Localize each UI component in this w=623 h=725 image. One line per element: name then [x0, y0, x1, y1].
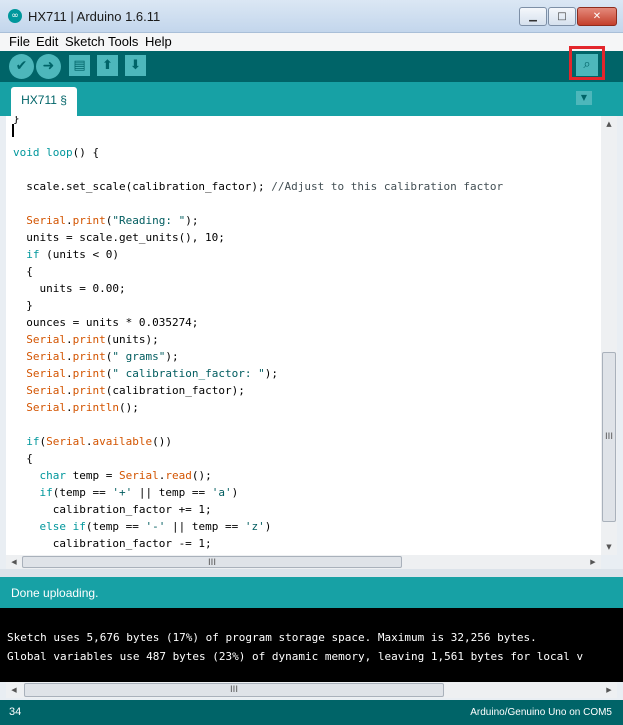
status-message: Done uploading. [11, 586, 99, 600]
code-line: Serial.print("Reading: "); [26, 214, 199, 227]
tab-menu-button[interactable]: ▼ [576, 91, 592, 105]
code-line: Serial.print(" grams"); [26, 350, 179, 363]
scroll-right-icon[interactable]: ▶ [585, 555, 601, 569]
code-editor[interactable]: } void loop() { scale.set_scale(calibrat… [6, 116, 601, 555]
code-line: units = scale.get_units(), 10; [13, 231, 225, 244]
console-line: Global variables use 487 bytes (23%) of … [7, 650, 584, 663]
code-line: else if(temp == '-' || temp == 'z') [39, 520, 272, 533]
arrow-down-icon: ⬇ [130, 58, 141, 73]
upload-button[interactable]: ➜ [36, 54, 61, 79]
window-title: HX711 | Arduino 1.6.11 [28, 9, 161, 24]
maximize-button[interactable]: □ [548, 7, 576, 26]
code-line: Serial.print(units); [26, 333, 159, 346]
editor-horizontal-scroll-thumb[interactable]: III [22, 556, 402, 568]
scroll-up-icon[interactable]: ▲ [601, 116, 617, 132]
close-button[interactable]: ✕ [577, 7, 617, 26]
code-line: if(Serial.available()) [26, 435, 172, 448]
arrow-up-icon: ⬆ [102, 58, 113, 73]
arduino-logo-icon: ∞ [8, 9, 22, 23]
code-line: { [13, 452, 33, 465]
open-sketch-button[interactable]: ⬆ [97, 55, 118, 76]
new-sketch-button[interactable]: ▤ [69, 55, 90, 76]
new-file-icon: ▤ [73, 58, 86, 73]
tab-bar: HX711 § ▼ [0, 82, 623, 116]
pane-divider[interactable] [0, 569, 623, 577]
code-line: } [13, 299, 33, 312]
scroll-down-icon[interactable]: ▼ [601, 539, 617, 555]
menu-sketch[interactable]: Sketch [65, 33, 105, 51]
menu-bar: File Edit Sketch Tools Help [0, 33, 623, 51]
menu-tools[interactable]: Tools [108, 33, 138, 51]
code-text: } void loop() { scale.set_scale(calibrat… [13, 116, 503, 552]
grip-icon: III [605, 432, 613, 442]
line-number: 34 [9, 706, 22, 718]
code-line: void loop() { [13, 146, 100, 159]
menu-help[interactable]: Help [145, 33, 172, 51]
code-line: Serial.println(); [26, 401, 139, 414]
toolbar: ✔ ➜ ▤ ⬆ ⬇ [0, 51, 623, 82]
code-line: units = 0.00; [13, 282, 126, 295]
code-line: calibration_factor -= 1; [13, 537, 212, 550]
code-line: Serial.print(calibration_factor); [26, 384, 245, 397]
menu-file[interactable]: File [9, 33, 30, 51]
serial-monitor-button[interactable]: ⌕ [576, 54, 598, 76]
code-line: Serial.print(" calibration_factor: "); [26, 367, 278, 380]
grip-icon: III [230, 685, 238, 695]
minimize-button[interactable]: ▁ [519, 7, 547, 26]
scroll-left-icon[interactable]: ◀ [6, 555, 22, 569]
code-line: { [13, 265, 33, 278]
tab-hx711[interactable]: HX711 § [11, 87, 77, 116]
text-cursor [12, 124, 14, 137]
code-line: ounces = units * 0.035274; [13, 316, 199, 329]
scroll-left-icon[interactable]: ◀ [6, 682, 22, 698]
verify-button[interactable]: ✔ [9, 54, 34, 79]
console-text: Sketch uses 5,676 bytes (17%) of program… [7, 628, 583, 666]
tab-label: HX711 § [21, 93, 67, 107]
code-line: if(temp == '+' || temp == 'a') [39, 486, 239, 499]
code-line: calibration_factor += 1; [13, 503, 212, 516]
save-sketch-button[interactable]: ⬇ [125, 55, 146, 76]
menu-edit[interactable]: Edit [36, 33, 58, 51]
footer-bar: 34 Arduino/Genuino Uno on COM5 [0, 700, 623, 725]
board-info: Arduino/Genuino Uno on COM5 [470, 707, 612, 718]
code-line: if (units < 0) [26, 248, 119, 261]
scroll-right-icon[interactable]: ▶ [601, 682, 617, 698]
chevron-down-icon: ▼ [580, 93, 588, 102]
grip-icon: III [208, 558, 216, 568]
arrow-right-icon: ➜ [42, 58, 55, 74]
status-bar: Done uploading. [0, 577, 623, 608]
magnifier-icon: ⌕ [583, 57, 591, 72]
code-line: char temp = Serial.read(); [39, 469, 212, 482]
code-line: scale.set_scale(calibration_factor); //A… [13, 180, 504, 193]
title-bar: ∞ HX711 | Arduino 1.6.11 ▁ □ ✕ [0, 0, 623, 33]
console-line: Sketch uses 5,676 bytes (17%) of program… [7, 631, 537, 644]
editor-vertical-scroll-thumb[interactable]: III [602, 352, 616, 522]
console-horizontal-scroll-thumb[interactable]: III [24, 683, 444, 697]
console-output[interactable]: Sketch uses 5,676 bytes (17%) of program… [0, 608, 623, 682]
check-icon: ✔ [15, 58, 28, 74]
